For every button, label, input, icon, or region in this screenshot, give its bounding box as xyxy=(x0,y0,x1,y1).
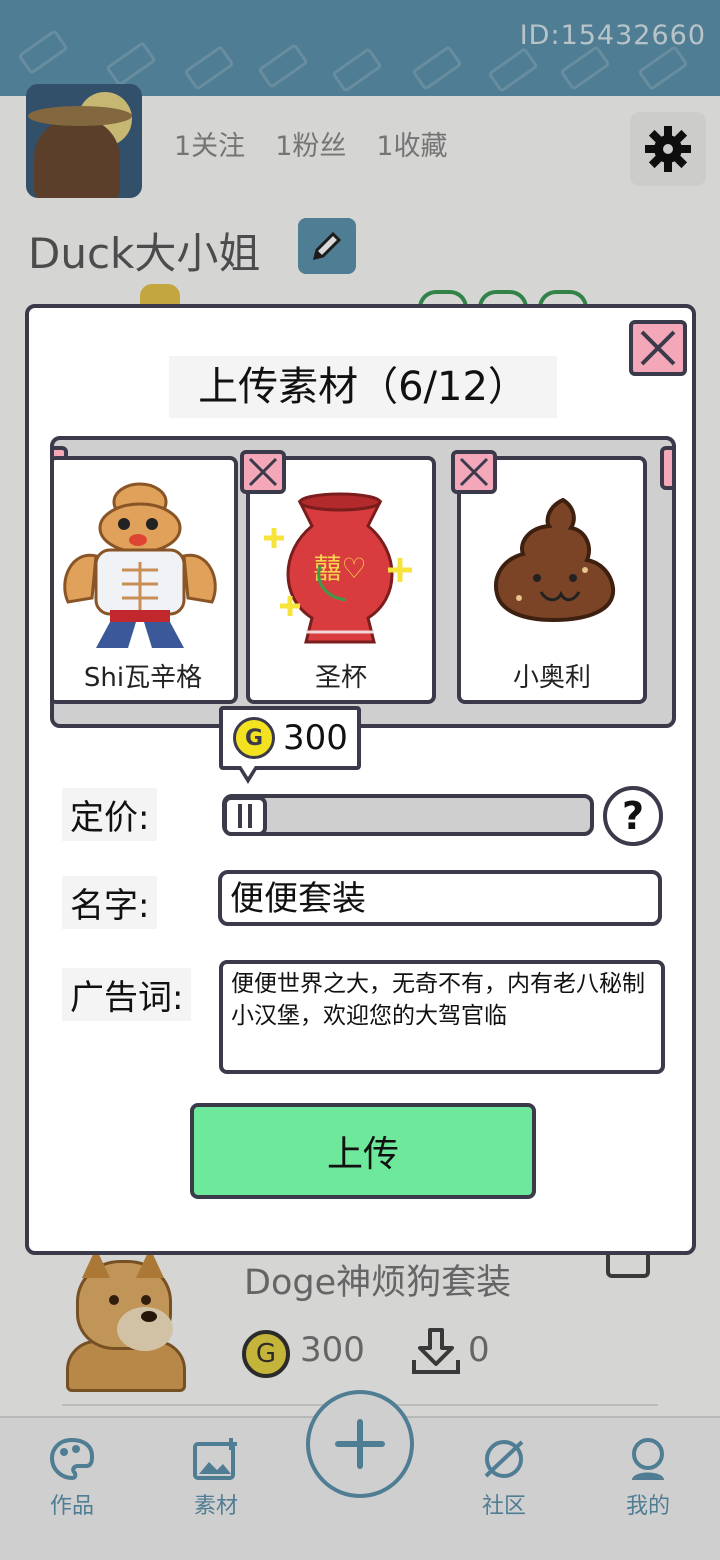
ad-text-field[interactable]: 便便世界之大，无奇不有，内有老八秘制小汉堡，欢迎您的大驾官临 xyxy=(219,960,665,1074)
red-vase-icon: 囍♡ xyxy=(264,492,412,644)
svg-text:囍♡: 囍♡ xyxy=(313,552,366,585)
material-carousel[interactable]: Shi瓦辛格 囍♡ 圣杯 小奥利 xyxy=(50,436,676,728)
tooltip-tail xyxy=(241,766,255,777)
delete-button[interactable] xyxy=(660,446,672,490)
material-item[interactable]: Shi瓦辛格 xyxy=(54,456,238,704)
material-item[interactable]: 囍♡ 圣杯 xyxy=(240,450,436,704)
coin-icon: G xyxy=(233,717,275,759)
material-name: Shi瓦辛格 xyxy=(83,663,203,693)
question-icon: ? xyxy=(621,794,645,838)
close-icon xyxy=(640,330,676,366)
material-name: 小奥利 xyxy=(512,663,591,693)
close-button[interactable] xyxy=(629,320,687,376)
dialog-title: 上传素材（6/12） xyxy=(169,356,557,418)
poop-icon xyxy=(494,497,616,623)
price-tooltip-value: 300 xyxy=(283,718,348,758)
coin-glyph: G xyxy=(244,725,264,751)
material-name: 圣杯 xyxy=(314,663,367,693)
upload-button[interactable]: 上传 xyxy=(190,1103,536,1199)
price-tooltip: G 300 xyxy=(219,706,361,784)
muscle-poop-icon xyxy=(63,482,217,648)
price-slider-thumb[interactable] xyxy=(223,796,267,836)
price-slider[interactable] xyxy=(222,794,594,836)
ad-label: 广告词: xyxy=(62,968,192,1021)
price-label: 定价: xyxy=(62,788,158,841)
help-button[interactable]: ? xyxy=(603,786,663,846)
name-field[interactable]: 便便套装 xyxy=(218,870,662,926)
material-item[interactable]: 小奥利 xyxy=(451,450,647,704)
name-label: 名字: xyxy=(62,876,158,929)
upload-material-dialog: 上传素材（6/12） Shi瓦辛格 囍♡ 圣杯 小奥利 G 300 定价: ? … xyxy=(25,304,696,1255)
